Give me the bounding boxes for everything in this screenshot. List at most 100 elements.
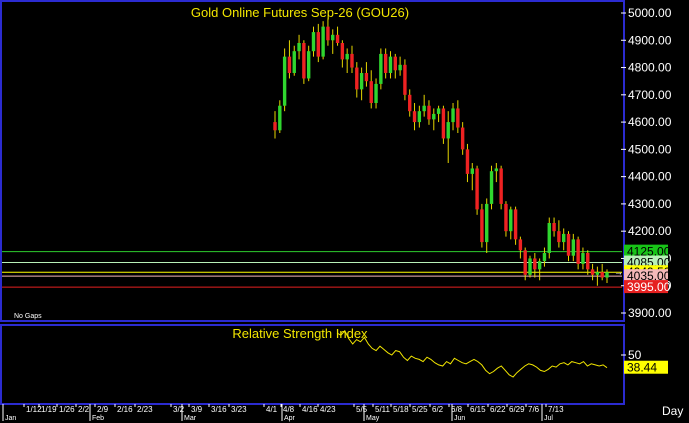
- candle-body: [552, 223, 556, 232]
- month-label: Mar: [184, 415, 197, 422]
- candle-body: [374, 83, 378, 103]
- candle-body: [446, 122, 450, 139]
- candle-body: [600, 272, 604, 278]
- date-tick-label: 2/23: [137, 405, 153, 414]
- candle-body: [518, 239, 523, 251]
- candle-body: [542, 253, 547, 262]
- date-tick-label: 3/9: [191, 405, 203, 414]
- date-tick-label: 6/29: [509, 405, 525, 414]
- date-tick-label: 5/5: [356, 405, 368, 414]
- candle-body: [345, 53, 349, 60]
- candle-body: [590, 269, 595, 275]
- candle-body: [557, 231, 561, 243]
- candle-body: [364, 73, 369, 82]
- candle-body: [537, 261, 542, 270]
- date-axis: 1/12 1/19 1/26 2/2 2/9 2/16 2/23 3/2 3/9 3/16 3/23…: [2, 404, 564, 422]
- candle-body: [523, 250, 527, 275]
- candle-body: [432, 113, 436, 120]
- candle-body: [566, 233, 571, 256]
- candle-body: [586, 253, 590, 270]
- candle-body: [331, 34, 335, 41]
- price-tick-label: 3900.00: [628, 306, 672, 320]
- candle-body: [504, 203, 508, 232]
- current-price-marker: →: [614, 267, 623, 277]
- candle-body: [383, 53, 388, 73]
- candle-body: [321, 26, 325, 57]
- month-label: May: [366, 415, 380, 422]
- date-tick-label: 2/16: [117, 405, 133, 414]
- candle-body: [561, 233, 566, 243]
- candle-body: [393, 56, 397, 71]
- candle-body: [605, 272, 609, 278]
- month-label: Jan: [5, 415, 16, 422]
- candle-body: [282, 56, 287, 106]
- chart-title: Gold Online Futures Sep-26 (GOU26): [191, 5, 409, 20]
- candle-body: [451, 108, 455, 123]
- month-label: Apr: [284, 415, 296, 422]
- candle-body: [460, 127, 465, 150]
- month-label: Feb: [92, 415, 104, 422]
- date-tick-label: 3/23: [231, 405, 247, 414]
- candle-body: [509, 209, 513, 232]
- price-tick-label: 4200.00: [628, 224, 672, 238]
- candle-body: [480, 209, 484, 243]
- price-tick-label: 4300.00: [628, 197, 672, 211]
- date-tick-label: 5/11: [375, 405, 391, 414]
- date-tick-label: 7/13: [548, 405, 564, 414]
- price-tick-label: 4700.00: [628, 88, 672, 102]
- date-tick-label: 4/23: [320, 405, 336, 414]
- candle-body: [359, 73, 364, 90]
- candle-body: [311, 32, 316, 52]
- price-tick-label: 4900.00: [628, 33, 672, 47]
- candle-body: [273, 122, 277, 131]
- rsi-value-label: 38.44: [627, 361, 657, 375]
- candle-body: [417, 111, 422, 123]
- level-label: 3995.00: [627, 280, 671, 294]
- price-tick-label: 4400.00: [628, 170, 672, 184]
- candle-body: [571, 239, 576, 256]
- candle-body: [403, 64, 407, 95]
- candle-body: [335, 34, 340, 43]
- candle-body: [576, 239, 580, 264]
- candle-body: [412, 111, 417, 123]
- candle-body: [306, 51, 311, 79]
- candle-body: [499, 168, 503, 204]
- candle-body: [278, 105, 282, 131]
- month-label: Jul: [544, 415, 553, 422]
- candle-body: [470, 168, 474, 174]
- candle-body: [326, 26, 330, 41]
- candle-body: [398, 64, 402, 71]
- price-tick-label: 5000.00: [628, 6, 672, 20]
- candle-body: [485, 203, 489, 243]
- candle-body: [489, 171, 494, 204]
- candle-body: [388, 56, 393, 73]
- candle-body: [427, 105, 431, 120]
- date-tick-label: 5/25: [412, 405, 428, 414]
- candle-body: [350, 53, 354, 68]
- candle-body: [513, 209, 518, 240]
- candle-body: [292, 51, 296, 73]
- price-tick-label: 4500.00: [628, 142, 672, 156]
- date-tick-label: 7/6: [528, 405, 540, 414]
- candle-body: [533, 258, 537, 270]
- candle-body: [494, 168, 499, 172]
- candle-body: [436, 108, 441, 114]
- date-tick-label: 6/22: [490, 405, 506, 414]
- candle-body: [408, 94, 412, 112]
- date-tick-label: 6/8: [451, 405, 463, 414]
- date-tick-label: 3/2: [173, 405, 185, 414]
- date-tick-label: 4/8: [283, 405, 295, 414]
- candle-body: [316, 32, 321, 57]
- candle-body: [475, 168, 479, 210]
- candle-body: [441, 108, 446, 139]
- date-tick-label: 1/12: [26, 405, 42, 414]
- candle-body: [355, 67, 359, 90]
- candle-body: [369, 81, 373, 103]
- date-tick-label: 3/16: [211, 405, 227, 414]
- period-label: Day: [662, 404, 683, 418]
- candle-body: [379, 53, 383, 84]
- no-gaps-note: No Gaps: [14, 313, 42, 320]
- date-tick-label: 1/26: [59, 405, 75, 414]
- rsi-title: Relative Strength Index: [232, 326, 368, 341]
- candle-body: [297, 43, 301, 52]
